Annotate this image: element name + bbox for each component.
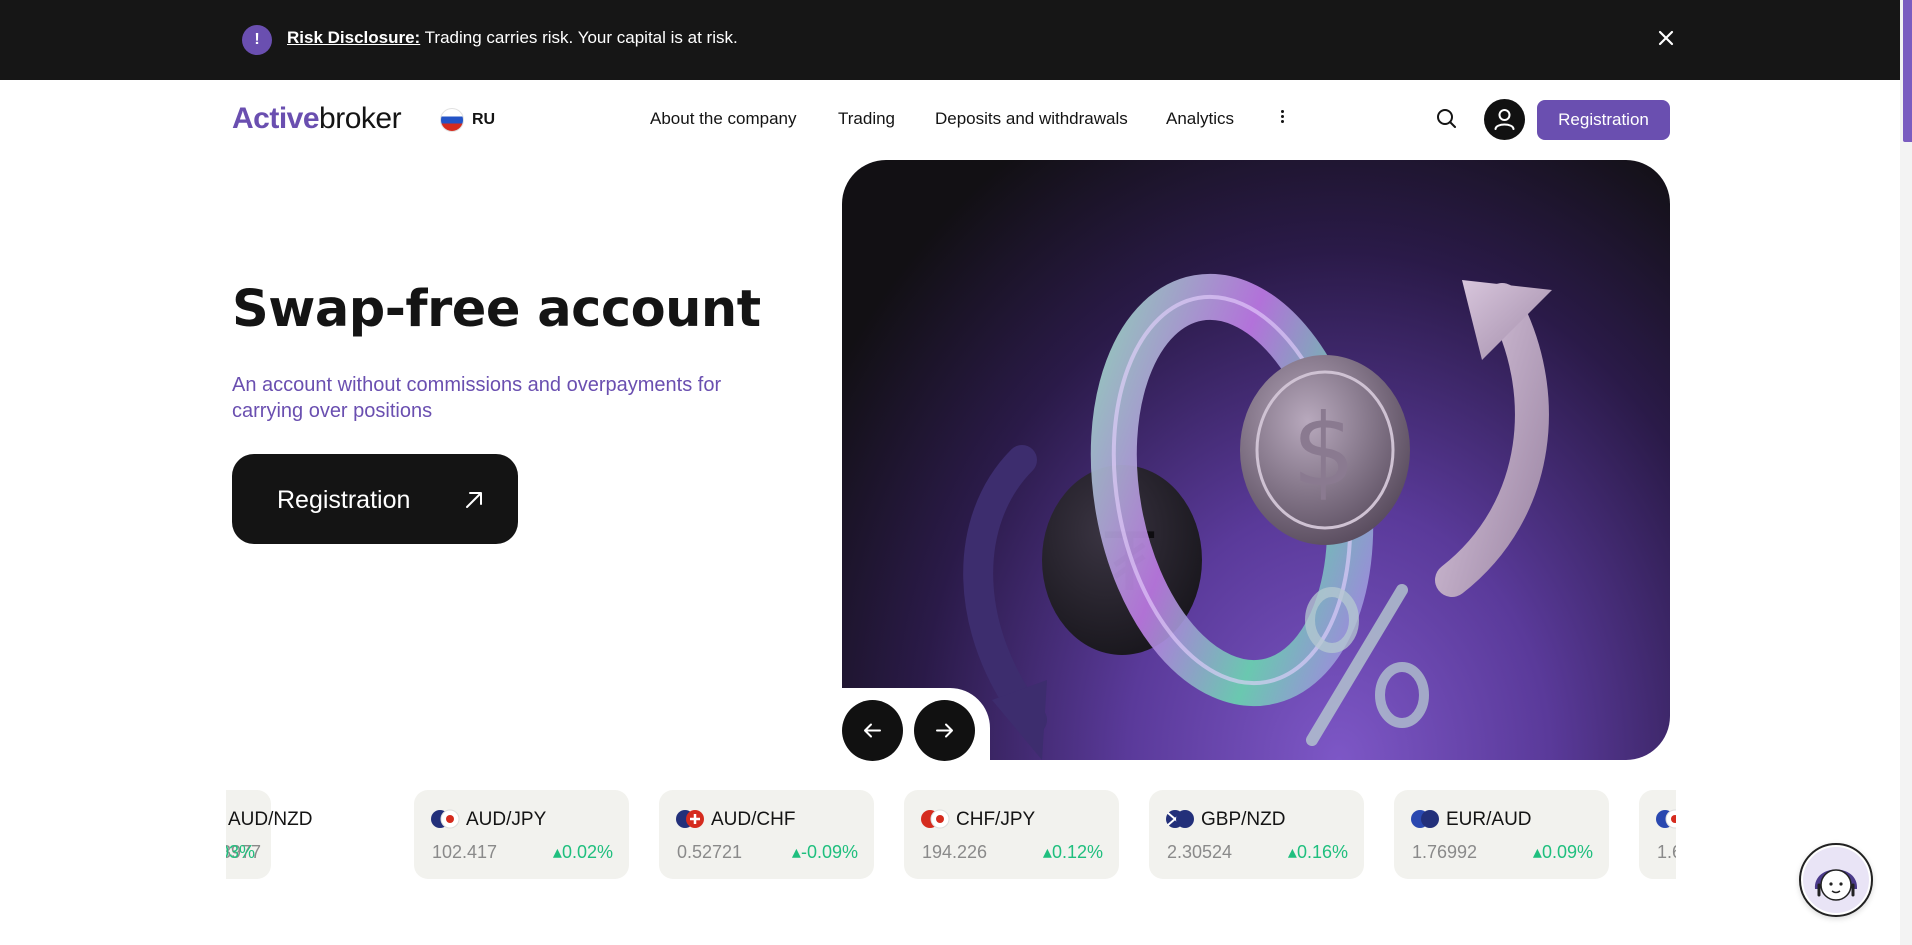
svg-text:$: $ <box>1292 392 1356 509</box>
page-title: Swap-free account <box>232 280 761 339</box>
nav-analytics[interactable]: Analytics <box>1166 109 1234 129</box>
ticker-change: ▴0.09% <box>1532 842 1593 862</box>
logo[interactable]: Activebroker <box>232 102 402 136</box>
eur-jpy-flags-icon <box>1656 809 1676 829</box>
ticker-change: ▴0.03% <box>226 842 255 862</box>
ticker-price: 2.30524 <box>1167 842 1233 862</box>
ticker-card-aud-jpy[interactable]: AUD/JPY 102.417 ▴0.02% <box>414 790 629 879</box>
hero-registration-button[interactable]: Registration <box>232 454 518 544</box>
nav-about[interactable]: About the company <box>650 109 796 129</box>
gbp-nzd-flags-icon <box>1166 810 1194 828</box>
ticker-card-eur-aud[interactable]: EUR/AUD 1.76992 ▴0.09% <box>1394 790 1609 879</box>
ticker-card-chf-jpy[interactable]: CHF/JPY 194.226 ▴0.12% <box>904 790 1119 879</box>
hero-illustration: ₮ $ <box>842 160 1670 760</box>
close-icon[interactable] <box>1652 24 1680 52</box>
search-icon[interactable] <box>1434 106 1460 132</box>
nav-trading[interactable]: Trading <box>838 109 895 129</box>
risk-disclosure-link[interactable]: Risk Disclosure: <box>287 28 420 47</box>
more-menu-icon[interactable] <box>1277 108 1287 128</box>
account-button[interactable] <box>1484 99 1525 140</box>
ticker-pair: AUD/JPY <box>466 809 547 830</box>
nav-deposits[interactable]: Deposits and withdrawals <box>935 109 1128 129</box>
ticker-card-aud-nzd[interactable]: AUD/NZD 1.08977 ▴0.03% <box>226 790 312 879</box>
currency-ticker: AUD/NZD 1.08977 ▴0.03% AUD/JPY 102.417 ▴… <box>226 790 1676 880</box>
support-avatar-icon <box>1803 847 1869 913</box>
ticker-price: 0.52721 <box>677 842 743 862</box>
arrow-right-icon <box>936 723 953 738</box>
header-registration-button[interactable]: Registration <box>1537 100 1670 140</box>
ticker-price: 102.417 <box>432 842 498 862</box>
hero-registration-label: Registration <box>277 486 411 514</box>
risk-disclosure-text: Risk Disclosure: Trading carries risk. Y… <box>287 28 738 48</box>
ticker-pair: AUD/NZD <box>228 809 313 830</box>
chf-jpy-flags-icon <box>921 809 950 829</box>
ticker-card-gbp-nzd[interactable]: GBP/NZD 2.30524 ▴0.16% <box>1149 790 1364 879</box>
aud-chf-flags-icon <box>676 810 704 828</box>
slider-prev-button[interactable] <box>842 700 903 761</box>
user-icon <box>1494 109 1515 130</box>
ticker-pair: AUD/CHF <box>711 809 796 830</box>
ticker-card-aud-chf[interactable]: AUD/CHF 0.52721 ▴-0.09% <box>659 790 874 879</box>
ticker-change: ▴0.12% <box>1042 842 1103 862</box>
risk-disclosure-banner: ! Risk Disclosure: Trading carries risk.… <box>0 0 1900 80</box>
russia-flag-icon <box>440 108 464 132</box>
slider-next-button[interactable] <box>914 700 975 761</box>
exclamation-icon: ! <box>242 25 272 55</box>
ticker-card-eur-jpy[interactable]: 1.6 <box>1639 790 1676 879</box>
swap-free-graphic: ₮ $ <box>963 273 1552 760</box>
ticker-pair: EUR/AUD <box>1446 809 1532 830</box>
arrow-left-icon <box>864 723 881 738</box>
support-chat-button[interactable] <box>1799 843 1873 917</box>
ticker-change: ▴0.02% <box>552 842 613 862</box>
eur-aud-flags-icon <box>1411 810 1439 828</box>
ticker-price: 1.76992 <box>1412 842 1478 862</box>
ticker-pair: GBP/NZD <box>1201 809 1286 830</box>
hero-subtitle: An account without commissions and overp… <box>232 374 722 422</box>
arrow-up-right-icon <box>466 492 482 508</box>
language-label: RU <box>472 111 496 128</box>
ticker-change: ▴-0.09% <box>791 842 858 862</box>
ticker-pair: CHF/JPY <box>956 809 1036 830</box>
risk-disclosure-message: Trading carries risk. Your capital is at… <box>424 28 738 47</box>
logo-broker: broker <box>319 102 402 135</box>
ticker-price: 194.226 <box>922 842 988 862</box>
ticker-change: ▴0.16% <box>1287 842 1348 862</box>
aud-jpy-flags-icon <box>431 809 460 829</box>
ticker-price: 1.6 <box>1657 842 1676 862</box>
logo-active: Active <box>232 102 320 135</box>
scrollbar-thumb[interactable] <box>1903 0 1912 142</box>
language-selector[interactable]: RU <box>440 108 495 132</box>
